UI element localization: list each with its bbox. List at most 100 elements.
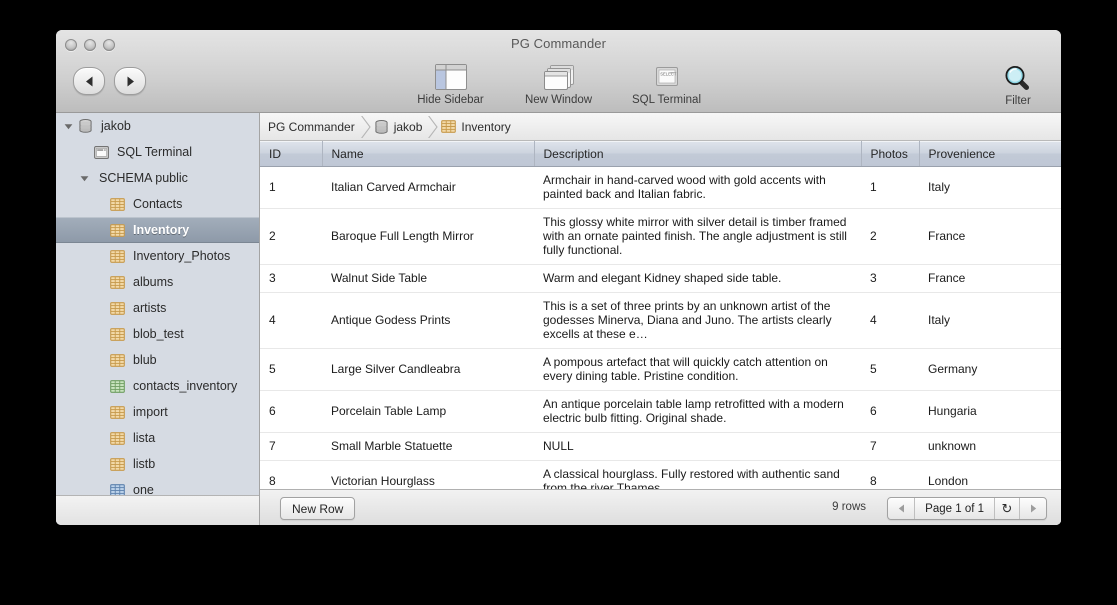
table-row[interactable]: 7Small Marble StatuetteNULL7unknown xyxy=(260,433,1061,461)
cell-name[interactable]: Victorian Hourglass xyxy=(322,461,534,490)
cell-provenience[interactable]: London xyxy=(919,461,1061,490)
cell-description[interactable]: This is a set of three prints by an unkn… xyxy=(534,293,861,349)
cell-description[interactable]: NULL xyxy=(534,433,861,461)
breadcrumb-separator-icon xyxy=(360,116,371,138)
cell-photos[interactable]: 6 xyxy=(861,391,919,433)
cell-photos[interactable]: 7 xyxy=(861,433,919,461)
window-body: jakobSQL TerminalSCHEMA publicContactsIn… xyxy=(56,113,1061,525)
cell-description[interactable]: A pompous artefact that will quickly cat… xyxy=(534,349,861,391)
column-header-photos[interactable]: Photos xyxy=(861,141,919,167)
sidebar-item-lista[interactable]: lista xyxy=(56,425,259,451)
cell-provenience[interactable]: Italy xyxy=(919,293,1061,349)
table-row[interactable]: 4Antique Godess PrintsThis is a set of t… xyxy=(260,293,1061,349)
sidebar-item-schema-public[interactable]: SCHEMA public xyxy=(56,165,259,191)
cell-name[interactable]: Italian Carved Armchair xyxy=(322,167,534,209)
disclosure-triangle-icon[interactable] xyxy=(78,174,91,183)
cell-description[interactable]: Warm and elegant Kidney shaped side tabl… xyxy=(534,265,861,293)
cell-photos[interactable]: 4 xyxy=(861,293,919,349)
cell-id[interactable]: 5 xyxy=(260,349,322,391)
table-row[interactable]: 8Victorian HourglassA classical hourglas… xyxy=(260,461,1061,490)
cell-name[interactable]: Large Silver Candleabra xyxy=(322,349,534,391)
sidebar-item-import[interactable]: import xyxy=(56,399,259,425)
view-icon xyxy=(107,380,127,393)
table-icon xyxy=(107,354,127,367)
sidebar-item-contacts-inventory[interactable]: contacts_inventory xyxy=(56,373,259,399)
refresh-icon[interactable]: ↻ xyxy=(995,498,1020,519)
sidebar-item-label: listb xyxy=(133,457,155,471)
cell-name[interactable]: Baroque Full Length Mirror xyxy=(322,209,534,265)
cell-id[interactable]: 8 xyxy=(260,461,322,490)
cell-id[interactable]: 7 xyxy=(260,433,322,461)
next-page-button[interactable] xyxy=(1020,498,1046,519)
breadcrumb-label: jakob xyxy=(394,120,423,134)
cell-id[interactable]: 3 xyxy=(260,265,322,293)
sidebar-item-jakob[interactable]: jakob xyxy=(56,113,259,139)
cell-description[interactable]: Armchair in hand-carved wood with gold a… xyxy=(534,167,861,209)
breadcrumb-item-inventory[interactable]: Inventory xyxy=(441,120,510,134)
cell-provenience[interactable]: France xyxy=(919,265,1061,293)
sidebar-item-inventory-photos[interactable]: Inventory_Photos xyxy=(56,243,259,269)
column-header-id[interactable]: ID xyxy=(260,141,322,167)
disclosure-triangle-icon[interactable] xyxy=(62,122,75,131)
table-row[interactable]: 1Italian Carved ArmchairArmchair in hand… xyxy=(260,167,1061,209)
breadcrumb-item-pg-commander[interactable]: PG Commander xyxy=(268,120,355,134)
cell-description[interactable]: An antique porcelain table lamp retrofit… xyxy=(534,391,861,433)
sidebar-item-one[interactable]: one xyxy=(56,477,259,496)
data-table-container[interactable]: ID Name Description Photos Provenience 1… xyxy=(260,141,1061,489)
cell-description[interactable]: A classical hourglass. Fully restored wi… xyxy=(534,461,861,490)
sidebar-item-label: import xyxy=(133,405,168,419)
new-window-button[interactable]: New Window xyxy=(520,61,598,106)
cell-photos[interactable]: 1 xyxy=(861,167,919,209)
table-icon xyxy=(107,198,127,211)
hide-sidebar-button[interactable]: Hide Sidebar xyxy=(412,61,490,106)
breadcrumb-item-jakob[interactable]: jakob xyxy=(374,120,423,134)
sidebar-item-artists[interactable]: artists xyxy=(56,295,259,321)
cell-id[interactable]: 4 xyxy=(260,293,322,349)
triangle-right-icon xyxy=(1030,500,1037,518)
content-area: PG Commander jakob Inventory ID Name Descr… xyxy=(260,113,1061,525)
sidebar-item-sql-terminal[interactable]: SQL Terminal xyxy=(56,139,259,165)
cell-id[interactable]: 2 xyxy=(260,209,322,265)
table-row[interactable]: 3Walnut Side TableWarm and elegant Kidne… xyxy=(260,265,1061,293)
cell-photos[interactable]: 5 xyxy=(861,349,919,391)
cell-provenience[interactable]: unknown xyxy=(919,433,1061,461)
cell-name[interactable]: Porcelain Table Lamp xyxy=(322,391,534,433)
table-icon xyxy=(107,250,127,263)
cell-photos[interactable]: 8 xyxy=(861,461,919,490)
sidebar-item-inventory[interactable]: Inventory xyxy=(56,217,259,243)
cell-id[interactable]: 1 xyxy=(260,167,322,209)
cell-photos[interactable]: 2 xyxy=(861,209,919,265)
pager: Page 1 of 1 ↻ xyxy=(887,497,1047,520)
sidebar-item-blub[interactable]: blub xyxy=(56,347,259,373)
column-header-name[interactable]: Name xyxy=(322,141,534,167)
sidebar-item-blob-test[interactable]: blob_test xyxy=(56,321,259,347)
cell-provenience[interactable]: Hungaria xyxy=(919,391,1061,433)
filter-button[interactable]: Filter xyxy=(989,61,1047,107)
new-row-button[interactable]: New Row xyxy=(280,497,355,520)
table-row[interactable]: 2Baroque Full Length MirrorThis glossy w… xyxy=(260,209,1061,265)
cell-id[interactable]: 6 xyxy=(260,391,322,433)
cell-name[interactable]: Antique Godess Prints xyxy=(322,293,534,349)
cell-description[interactable]: This glossy white mirror with silver det… xyxy=(534,209,861,265)
sidebar-item-label: contacts_inventory xyxy=(133,379,237,393)
cell-provenience[interactable]: France xyxy=(919,209,1061,265)
previous-page-button[interactable] xyxy=(888,498,915,519)
sidebar-item-contacts[interactable]: Contacts xyxy=(56,191,259,217)
column-header-description[interactable]: Description xyxy=(534,141,861,167)
sidebar-item-listb[interactable]: listb xyxy=(56,451,259,477)
table-row[interactable]: 5Large Silver CandleabraA pompous artefa… xyxy=(260,349,1061,391)
sql-terminal-button[interactable]: SELECT SQL Terminal xyxy=(628,61,706,106)
sidebar-item-label: Inventory_Photos xyxy=(133,249,230,263)
new-window-label: New Window xyxy=(525,94,592,106)
cell-provenience[interactable]: Italy xyxy=(919,167,1061,209)
hide-sidebar-label: Hide Sidebar xyxy=(417,94,483,106)
cell-name[interactable]: Small Marble Statuette xyxy=(322,433,534,461)
sidebar-item-albums[interactable]: albums xyxy=(56,269,259,295)
cell-name[interactable]: Walnut Side Table xyxy=(322,265,534,293)
table-icon xyxy=(441,120,456,133)
cell-photos[interactable]: 3 xyxy=(861,265,919,293)
table-row[interactable]: 6Porcelain Table LampAn antique porcelai… xyxy=(260,391,1061,433)
breadcrumb-separator-icon xyxy=(427,116,438,138)
column-header-provenience[interactable]: Provenience xyxy=(919,141,1061,167)
cell-provenience[interactable]: Germany xyxy=(919,349,1061,391)
